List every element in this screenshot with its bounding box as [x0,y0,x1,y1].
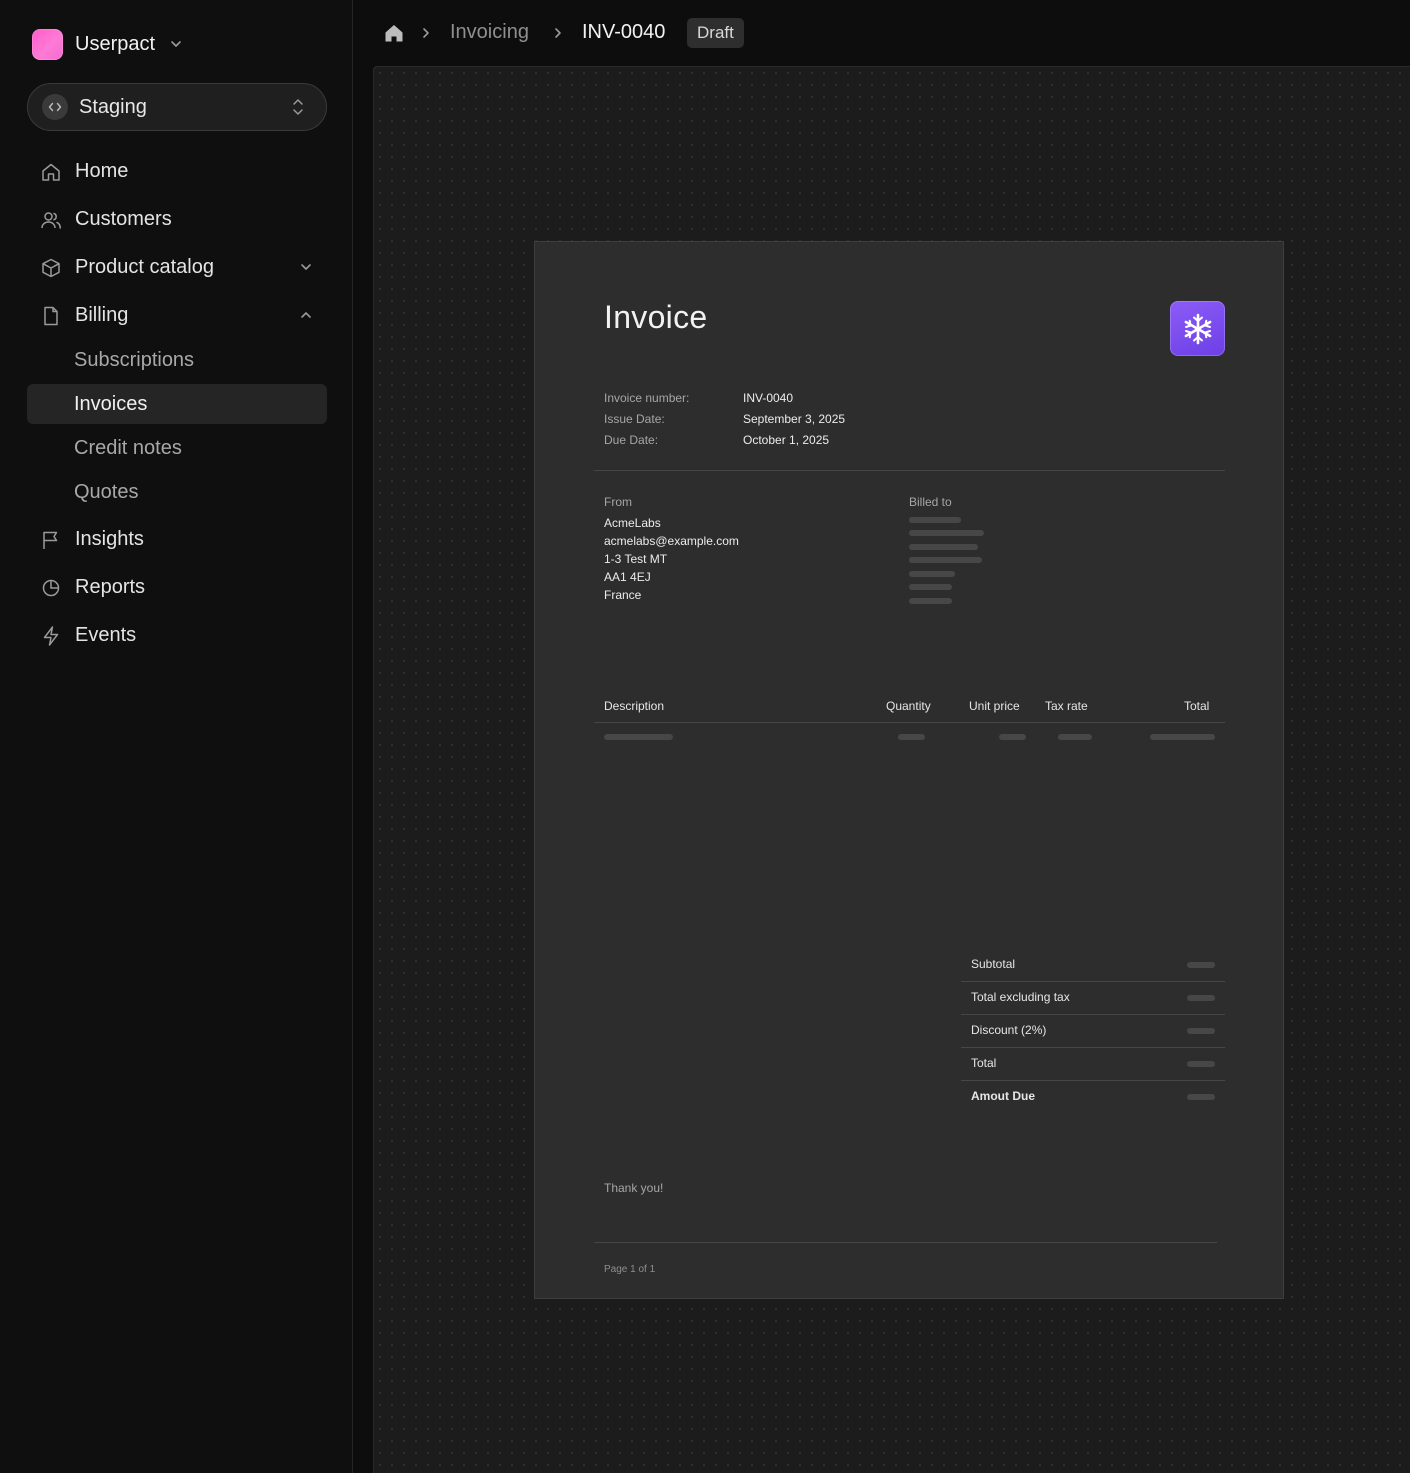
placeholder-discount [1187,1028,1215,1034]
discount-label: Discount (2%) [971,1023,1047,1037]
breadcrumb-invoicing[interactable]: Invoicing [450,21,529,44]
pie-chart-icon [42,579,60,597]
divider [961,1014,1225,1015]
sidebar-item-invoices[interactable]: Invoices [27,384,327,424]
code-icon [42,94,68,120]
nav-item-insights[interactable]: Insights [27,519,327,559]
billed-to-label: Billed to [909,495,952,509]
chevron-down-icon [171,41,181,47]
nav-label-events: Events [75,623,137,646]
amount-due-label: Amout Due [971,1089,1035,1103]
home-icon [42,163,60,181]
nav-label-product-catalog: Product catalog [75,255,214,278]
placeholder-unit-price [999,734,1026,740]
placeholder-total [1150,734,1215,740]
placeholder-line [909,557,982,563]
breadcrumb-current: INV-0040 [582,21,666,43]
nav-label-billing: Billing [75,303,129,326]
chevron-right-icon [423,28,429,38]
placeholder-line [909,517,961,523]
placeholder-line [909,571,955,577]
column-header-description: Description [604,699,665,713]
sub-label-credit-notes: Credit notes [74,436,182,459]
divider [961,1080,1225,1081]
sidebar-item-quotes[interactable]: Quotes [27,472,327,512]
users-icon [41,212,61,229]
issue-date-value: September 3, 2025 [743,412,846,426]
footer-divider [594,1242,1217,1243]
chevron-right-icon [555,28,561,38]
from-company: AcmeLabs [604,516,661,530]
environment-switcher[interactable]: Staging [27,83,327,131]
placeholder-description [604,734,673,740]
environment-label: Staging [79,95,147,118]
divider [961,981,1225,982]
column-header-total: Total [1184,699,1210,713]
status-badge: Draft [687,18,744,48]
nav-label-insights: Insights [75,527,144,550]
issue-date-label: Issue Date: [604,412,665,426]
from-label: From [604,495,632,509]
invoice-title: Invoice [604,299,708,335]
placeholder-line [909,598,952,604]
placeholder-line [909,530,984,536]
nav-item-product-catalog[interactable]: Product catalog [27,247,327,287]
sidebar: Userpact Staging Home Customers Product … [0,0,353,1473]
table-header-divider [594,722,1225,723]
nav-item-home[interactable]: Home [27,151,327,191]
org-switcher[interactable]: Userpact [32,27,183,61]
nav-item-customers[interactable]: Customers [27,199,327,239]
placeholder-subtotal [1187,962,1215,968]
nav-label-customers: Customers [75,207,172,230]
sub-label-quotes: Quotes [74,480,139,503]
column-header-unit-price: Unit price [969,699,1020,713]
placeholder-total-amount [1187,1061,1215,1067]
bolt-icon [43,626,59,646]
from-country: France [604,588,642,602]
sidebar-item-subscriptions[interactable]: Subscriptions [27,340,327,380]
from-address-line: 1-3 Test MT [604,552,668,566]
from-email: acmelabs@example.com [604,534,739,548]
column-header-tax-rate: Tax rate [1045,699,1088,713]
top-bar: Invoicing INV-0040 Draft [354,0,1410,66]
subtotal-label: Subtotal [971,957,1016,971]
invoice-number-label: Invoice number: [604,391,690,405]
invoice-document: Invoice Invoice number: INV-0040 Issue D… [534,241,1284,1299]
placeholder-tax-rate [1058,734,1092,740]
footer-note: Thank you! [604,1181,664,1195]
nav-label-home: Home [75,159,129,182]
column-header-quantity: Quantity [886,699,931,713]
chevron-up-down-icon [293,99,303,115]
flag-icon [43,531,58,549]
file-icon [44,306,58,326]
nav-label-reports: Reports [75,575,146,598]
sub-label-invoices: Invoices [74,392,148,415]
chevron-down-icon [301,264,311,270]
divider [594,470,1225,471]
home-icon[interactable] [383,22,405,44]
due-date-label: Due Date: [604,433,659,447]
placeholder-line [909,584,952,590]
sub-label-subscriptions: Subscriptions [74,348,195,371]
box-icon [42,258,60,278]
nav-item-billing[interactable]: Billing [27,295,327,335]
from-postcode: AA1 4EJ [604,570,651,584]
total-label: Total [971,1056,997,1070]
org-logo [32,28,63,60]
placeholder-quantity [898,734,925,740]
page-number: Page 1 of 1 [604,1264,656,1275]
invoice-number-value: INV-0040 [743,391,794,405]
placeholder-total-excluding-tax [1187,995,1215,1001]
nav-item-reports[interactable]: Reports [27,567,327,607]
due-date-value: October 1, 2025 [743,433,830,447]
placeholder-amount-due [1187,1094,1215,1100]
chevron-up-icon [301,312,311,318]
placeholder-line [909,544,978,550]
snowflake-logo-icon [1170,301,1225,356]
divider [961,1047,1225,1048]
total-excluding-tax-label: Total excluding tax [971,990,1070,1004]
nav-item-events[interactable]: Events [27,615,327,655]
org-name: Userpact [75,32,156,55]
sidebar-item-credit-notes[interactable]: Credit notes [27,428,327,468]
